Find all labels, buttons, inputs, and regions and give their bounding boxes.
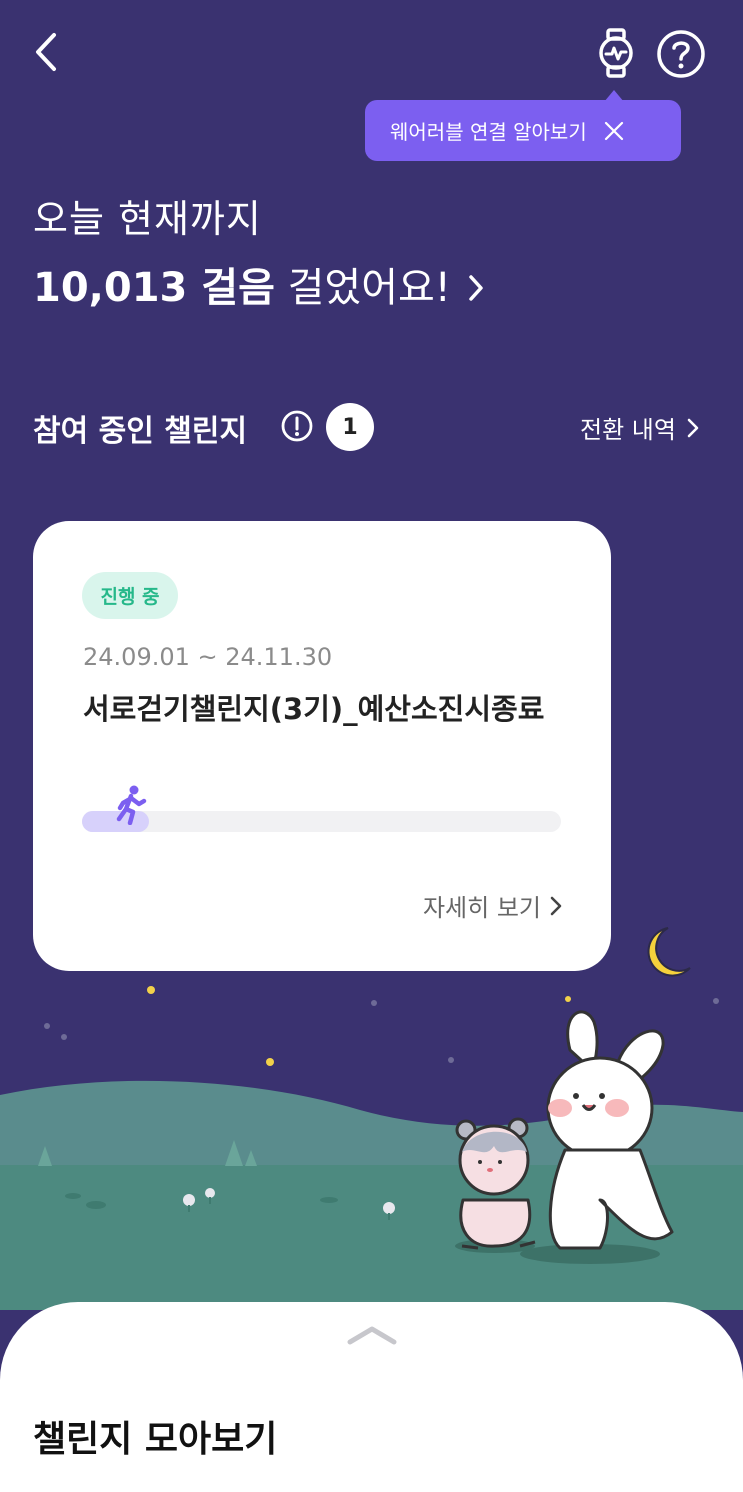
- chevron-right-icon: [687, 418, 699, 437]
- chevron-right-icon: [550, 896, 562, 915]
- stars: [147, 986, 571, 1066]
- challenge-count-badge: 1: [326, 403, 374, 451]
- step-summary-link[interactable]: 10,013 걸음 걸었어요!: [33, 255, 486, 313]
- sheet-title: 챌린지 모아보기: [33, 1419, 278, 1460]
- chevron-up-icon[interactable]: [346, 1324, 398, 1346]
- question-circle-icon: [657, 30, 705, 78]
- progress-track: [82, 811, 561, 832]
- challenge-period: 24.09.01 ~ 24.11.30: [83, 643, 333, 671]
- tooltip-close-button[interactable]: [601, 118, 627, 144]
- status-badge: 진행 중: [82, 572, 178, 619]
- smartwatch-icon: [599, 28, 633, 78]
- section-title: 참여 중인 챌린지: [33, 414, 248, 449]
- detail-link[interactable]: 자세히 보기: [423, 888, 563, 923]
- back-button[interactable]: [24, 28, 68, 76]
- help-button[interactable]: [655, 28, 707, 80]
- exclamation-circle-icon: [281, 410, 313, 442]
- chevron-left-icon: [36, 33, 56, 71]
- step-count: 10,013 걸음: [33, 265, 275, 311]
- moon-icon: [647, 927, 691, 977]
- tooltip-text: 웨어러블 연결 알아보기: [390, 120, 587, 144]
- greeting-line-1: 오늘 현재까지: [33, 197, 262, 241]
- challenge-card[interactable]: 진행 중 24.09.01 ~ 24.11.30 서로걷기챌린지(3기)_예산소…: [33, 521, 611, 971]
- bottom-sheet[interactable]: 챌린지 모아보기: [0, 1302, 743, 1492]
- history-link-label: 전환 내역: [580, 416, 676, 444]
- detail-link-label: 자세히 보기: [422, 894, 541, 922]
- challenge-title: 서로걷기챌린지(3기)_예산소진시종료: [83, 692, 545, 726]
- wearable-button[interactable]: [592, 26, 640, 80]
- history-link[interactable]: 전환 내역: [580, 410, 700, 445]
- runner-icon: [116, 785, 147, 825]
- info-button[interactable]: [280, 409, 314, 443]
- step-suffix: 걸었어요!: [274, 265, 451, 311]
- chevron-right-icon: [468, 275, 483, 301]
- close-icon: [604, 121, 623, 140]
- wearable-tooltip: 웨어러블 연결 알아보기: [365, 100, 681, 161]
